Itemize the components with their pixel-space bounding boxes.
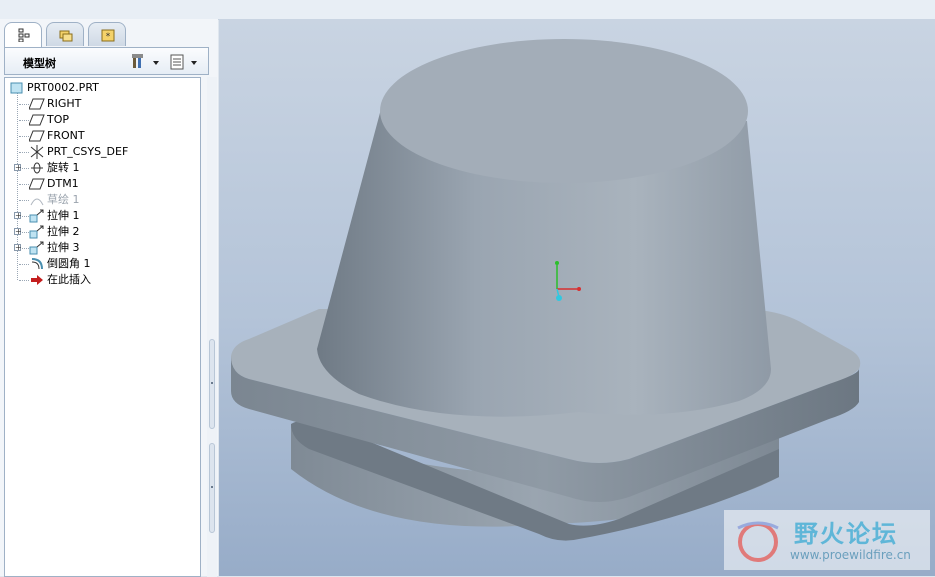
svg-text:*: *: [106, 32, 111, 42]
forum-logo-icon: [737, 521, 779, 562]
tree-item-label: FRONT: [47, 129, 85, 142]
model-tree[interactable]: PRT0002.PRT RIGHT TOP FRONT PRT_CSYS_DEF…: [4, 77, 201, 577]
tree-branch: [19, 152, 29, 154]
insert-here-arrow-icon: [31, 275, 43, 285]
z-axis-cyan-tip: [556, 295, 562, 301]
round-icon: [31, 258, 43, 270]
extrude-icon: [29, 241, 44, 255]
model-tree-header: 模型树: [4, 47, 209, 75]
tab-model-tree[interactable]: [4, 22, 42, 48]
tree-item-label: 旋转 1: [47, 161, 80, 174]
tree-settings-icon[interactable]: [131, 53, 161, 71]
pane-splitter[interactable]: [207, 77, 217, 577]
splitter-grip-lower[interactable]: [209, 443, 215, 533]
expand-toggle[interactable]: +: [14, 228, 22, 236]
navigator-pane: * 模型树 PRT0002.PRT RIGHT TOP FRONT PRT_CS…: [0, 19, 218, 577]
graphics-viewport[interactable]: 野火论坛 www.proewildfire.cn: [219, 19, 935, 576]
tree-item-csys[interactable]: PRT_CSYS_DEF: [9, 144, 189, 160]
part-icon: [10, 82, 23, 94]
tree-branch: [19, 136, 29, 138]
watermark: 野火论坛 www.proewildfire.cn: [724, 510, 930, 570]
datum-plane-icon: [29, 114, 45, 126]
folder-browser-tab-icon: [59, 30, 73, 42]
tree-columns-icon[interactable]: [169, 53, 199, 71]
extrude-icon: [29, 225, 44, 239]
tree-item-label: PRT_CSYS_DEF: [47, 145, 129, 158]
tree-item-right[interactable]: RIGHT: [9, 96, 189, 112]
tree-branch: [19, 184, 29, 186]
coordinate-system-icon: [30, 145, 44, 159]
tree-item-label: PRT0002.PRT: [27, 81, 99, 94]
tree-branch: [19, 104, 29, 106]
expand-toggle[interactable]: +: [14, 212, 22, 220]
watermark-title: 野火论坛: [794, 520, 898, 548]
panel-title: 模型树: [23, 57, 56, 70]
tree-branch: [22, 216, 29, 218]
tree-item-label: 在此插入: [47, 273, 91, 286]
tree-item-label: RIGHT: [47, 97, 82, 110]
datum-plane-icon: [29, 130, 45, 142]
top-toolbar-strip: [0, 0, 935, 20]
tree-item-insert-here[interactable]: 在此插入: [9, 272, 189, 288]
tree-item-top[interactable]: TOP: [9, 112, 189, 128]
datum-plane-icon: [29, 98, 45, 110]
tree-item-label: 草绘 1: [47, 193, 80, 206]
tree-branch: [19, 264, 29, 266]
splitter-grip-upper[interactable]: [209, 339, 215, 429]
tab-folder-browser[interactable]: [46, 22, 84, 46]
model-tree-tab-icon: [18, 28, 30, 42]
extrude-icon: [29, 209, 44, 223]
datum-plane-icon: [29, 178, 45, 190]
tree-item-sketch-1[interactable]: 草绘 1: [9, 192, 189, 208]
tree-item-extrude-2[interactable]: + 拉伸 2: [9, 224, 189, 240]
tree-item-extrude-1[interactable]: + 拉伸 1: [9, 208, 189, 224]
tree-item-round-1[interactable]: 倒圆角 1: [9, 256, 189, 272]
tree-item-dtm1[interactable]: DTM1: [9, 176, 189, 192]
favorites-tab-icon: *: [101, 29, 115, 42]
tree-item-label: 拉伸 2: [47, 225, 80, 238]
tree-item-label: 拉伸 3: [47, 241, 80, 254]
tree-branch: [22, 168, 29, 170]
tree-item-front[interactable]: FRONT: [9, 128, 189, 144]
model-3d-view[interactable]: [219, 19, 935, 576]
tree-item-revolve-1[interactable]: + 旋转 1: [9, 160, 189, 176]
cone-top-face: [380, 39, 748, 183]
y-axis-green-tip: [555, 261, 559, 265]
tree-item-label: 拉伸 1: [47, 209, 80, 222]
tree-item-label: DTM1: [47, 177, 79, 190]
sketch-icon: [30, 198, 44, 206]
tree-item-extrude-3[interactable]: + 拉伸 3: [9, 240, 189, 256]
tab-favorites[interactable]: *: [88, 22, 126, 46]
tree-branch: [22, 248, 29, 250]
tree-branch: [19, 280, 29, 282]
revolve-icon: [31, 162, 43, 174]
tree-item-label: TOP: [47, 113, 70, 126]
tree-branch: [19, 120, 29, 122]
tree-item-root[interactable]: PRT0002.PRT: [9, 80, 189, 96]
expand-toggle[interactable]: +: [14, 164, 22, 172]
watermark-url: www.proewildfire.cn: [790, 548, 911, 562]
expand-toggle[interactable]: +: [14, 244, 22, 252]
x-axis-red-tip: [577, 287, 581, 291]
tree-item-label: 倒圆角 1: [47, 257, 91, 270]
tree-branch: [19, 200, 29, 202]
tree-branch: [22, 232, 29, 234]
